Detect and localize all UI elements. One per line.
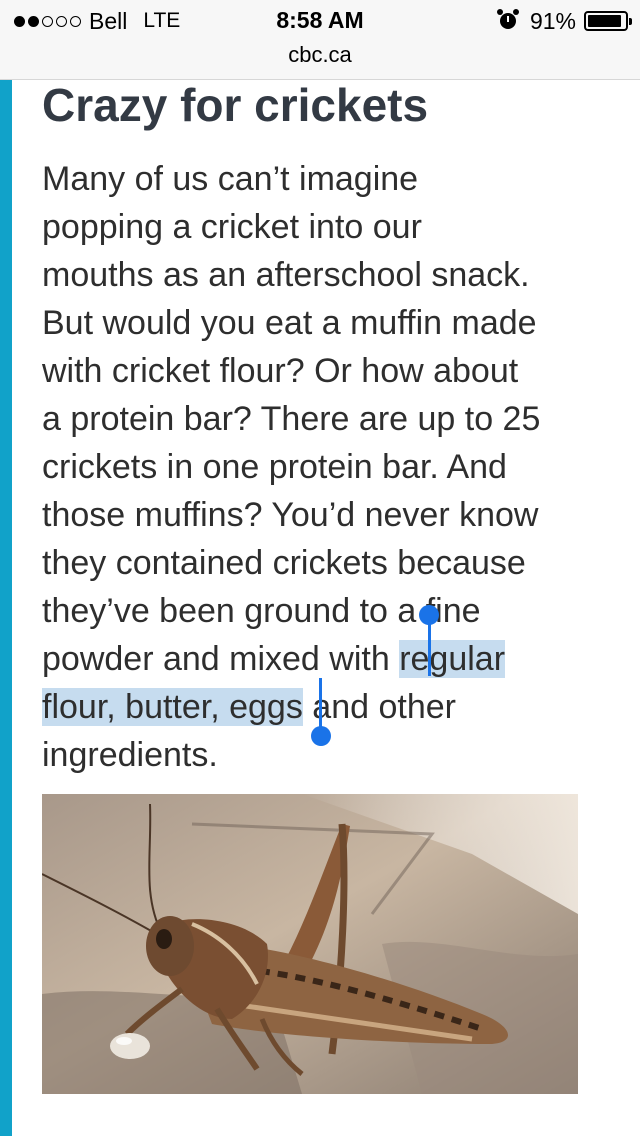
battery-icon [584,11,632,31]
paragraph-line[interactable]: powder and mixed with regular [42,635,506,683]
article-headline: Crazy for crickets [42,79,429,131]
selected-text-end[interactable]: flour, butter, eggs [42,688,303,726]
selected-text-start[interactable]: regular [399,640,506,678]
paragraph-line[interactable]: Many of us can’t imagine [42,155,418,203]
paragraph-line[interactable]: But would you eat a muffin made [42,299,537,347]
paragraph-line[interactable]: those muffins? You’d never know [42,491,539,539]
paragraph-line[interactable]: they contained crickets because [42,539,526,587]
paragraph-line[interactable]: they’ve been ground to a fine [42,587,481,635]
article-accent-bar [0,80,12,1136]
selection-end-handle[interactable] [311,726,331,746]
paragraph-line[interactable]: ingredients. [42,731,218,779]
paragraph-line[interactable]: mouths as an afterschool snack. [42,251,530,299]
address-bar-url[interactable]: cbc.ca [0,42,640,68]
battery-percent: 91% [529,7,576,34]
line-text: and other [302,688,456,726]
paragraph-line[interactable]: a protein bar? There are up to 25 [42,395,540,443]
paragraph-line[interactable]: with cricket flour? Or how about [42,347,518,395]
alarm-clock-icon [496,9,519,29]
paragraph-line[interactable]: flour, butter, eggs and other [42,683,456,731]
paragraph-line[interactable]: popping a cricket into our [42,203,422,251]
grasshopper-photo [42,794,578,1094]
selection-start-caret [428,618,431,676]
paragraph-line[interactable]: crickets in one protein bar. And [42,443,507,491]
selection-end-caret [319,678,322,728]
status-right: 91% [496,7,632,34]
line-text: powder and mixed with [42,640,400,678]
status-bar: Bell LTE 8:58 AM 91% cbc.ca [0,0,640,80]
